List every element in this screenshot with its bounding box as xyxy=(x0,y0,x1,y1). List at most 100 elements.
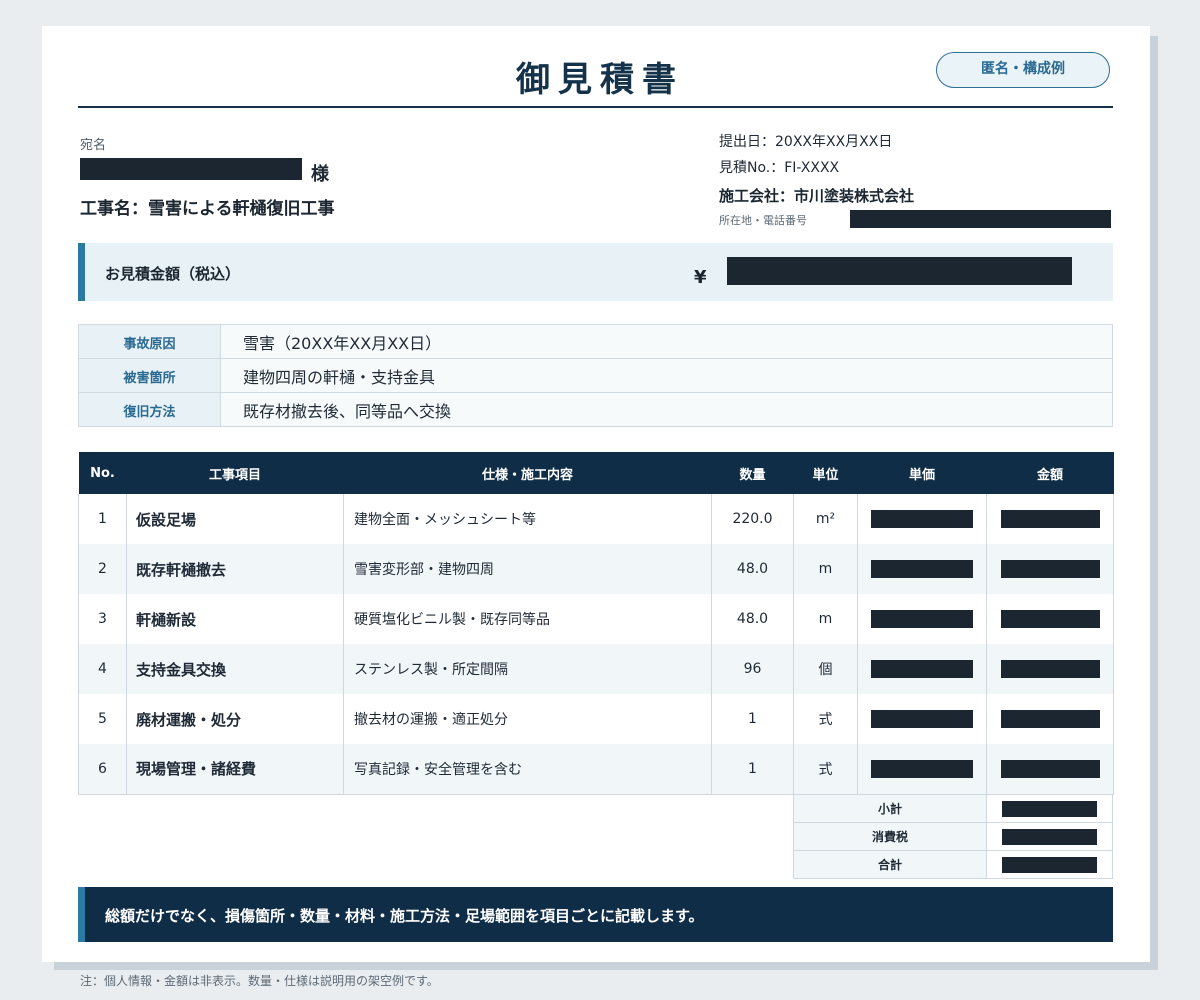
unit-price-redaction xyxy=(871,610,973,628)
estimate-number: 見積No.：FI-XXXX xyxy=(719,160,840,176)
info-key: 事故原因 xyxy=(78,324,221,359)
amount-redaction xyxy=(1000,510,1100,528)
grand-total-redaction xyxy=(1002,856,1097,873)
row-no: 6 xyxy=(78,744,127,795)
row-spec: 硬質塩化ビニル製・既存同等品 xyxy=(343,594,712,644)
row-qty: 48.0 xyxy=(711,544,794,594)
tax-redaction xyxy=(1002,828,1097,845)
project-name: 工事名：雪害による軒樋復旧工事 xyxy=(80,199,335,219)
row-qty: 220.0 xyxy=(711,494,794,544)
row-amount xyxy=(986,744,1114,795)
row-unit-price xyxy=(857,644,987,694)
info-value: 既存材撤去後、同等品へ交換 xyxy=(220,392,1113,427)
row-qty: 1 xyxy=(711,744,794,795)
subtotal-redaction xyxy=(1002,800,1097,817)
row-unit: 式 xyxy=(793,744,858,795)
row-spec: 雪害変形部・建物四周 xyxy=(343,544,712,594)
row-unit: m xyxy=(793,594,858,644)
amount-redaction xyxy=(1000,610,1100,628)
explanation-banner: 総額だけでなく、損傷箇所・数量・材料・施工方法・足場範囲を項目ごとに記載します。 xyxy=(78,887,1113,942)
column-header-amount: 金額 xyxy=(986,452,1114,494)
subtotal-label: 小計 xyxy=(793,794,987,823)
column-header-no: No. xyxy=(78,452,127,494)
subtotal-value xyxy=(986,794,1113,823)
summary-row: 合計 xyxy=(793,850,1113,879)
grand-total-value xyxy=(986,850,1113,879)
row-amount xyxy=(986,644,1114,694)
table-row: 3 軒樋新設 硬質塩化ビニル製・既存同等品 48.0 m xyxy=(78,594,1114,644)
row-no: 2 xyxy=(78,544,127,594)
footnote: 注：個人情報・金額は非表示。数量・仕様は説明用の架空例です。 xyxy=(80,974,439,988)
table-row: 5 廃材運搬・処分 撤去材の運搬・適正処分 1 式 xyxy=(78,694,1114,744)
amount-redaction xyxy=(1000,660,1100,678)
row-spec: 撤去材の運搬・適正処分 xyxy=(343,694,712,744)
incident-info-table: 事故原因 雪害（20XX年XX月XX日） 被害箇所 建物四周の軒樋・支持金具 復… xyxy=(78,324,1113,427)
row-unit-price xyxy=(857,744,987,795)
row-qty: 48.0 xyxy=(711,594,794,644)
row-no: 1 xyxy=(78,494,127,544)
title-divider xyxy=(78,106,1113,108)
summary-row: 消費税 xyxy=(793,822,1113,851)
row-qty: 96 xyxy=(711,644,794,694)
banner-text: 総額だけでなく、損傷箇所・数量・材料・施工方法・足場範囲を項目ごとに記載します。 xyxy=(105,907,704,925)
row-qty: 1 xyxy=(711,694,794,744)
unit-price-redaction xyxy=(871,660,973,678)
row-item: 現場管理・諸経費 xyxy=(126,744,344,795)
row-unit-price xyxy=(857,494,987,544)
total-band-accent xyxy=(78,243,85,301)
company-name: 施工会社：市川塗装株式会社 xyxy=(719,187,915,205)
amount-redaction xyxy=(1000,710,1100,728)
column-header-item: 工事項目 xyxy=(126,452,344,494)
row-item: 仮設足場 xyxy=(126,494,344,544)
unit-price-redaction xyxy=(871,759,973,778)
unit-price-redaction xyxy=(871,710,973,728)
info-value: 雪害（20XX年XX月XX日） xyxy=(220,324,1113,359)
table-row: 4 支持金具交換 ステンレス製・所定間隔 96 個 xyxy=(78,644,1114,694)
row-amount xyxy=(986,544,1114,594)
row-spec: ステンレス製・所定間隔 xyxy=(343,644,712,694)
table-row: 2 既存軒樋撤去 雪害変形部・建物四周 48.0 m xyxy=(78,544,1114,594)
column-header-spec: 仕様・施工内容 xyxy=(343,452,712,494)
info-row: 事故原因 雪害（20XX年XX月XX日） xyxy=(78,324,1113,359)
tax-value xyxy=(986,822,1113,851)
tax-label: 消費税 xyxy=(793,822,987,851)
amount-redaction xyxy=(1000,560,1100,578)
column-header-unit: 単位 xyxy=(793,452,858,494)
info-key: 被害箇所 xyxy=(78,358,221,393)
recipient-label: 宛名 xyxy=(80,138,107,153)
row-unit: m xyxy=(793,544,858,594)
totals-summary-table: 小計 消費税 合計 xyxy=(793,794,1113,879)
column-header-unit-price: 単価 xyxy=(857,452,987,494)
column-header-qty: 数量 xyxy=(711,452,794,494)
amount-redaction xyxy=(1000,759,1100,778)
row-no: 3 xyxy=(78,594,127,644)
row-amount xyxy=(986,494,1114,544)
table-row: 6 現場管理・諸経費 写真記録・安全管理を含む 1 式 xyxy=(78,744,1114,795)
total-amount-redaction xyxy=(727,257,1072,285)
total-amount-label: お見積金額（税込） xyxy=(105,265,241,283)
info-row: 復旧方法 既存材撤去後、同等品へ交換 xyxy=(78,392,1113,427)
row-spec: 建物全面・メッシュシート等 xyxy=(343,494,712,544)
info-row: 被害箇所 建物四周の軒樋・支持金具 xyxy=(78,358,1113,393)
table-header-row: No. 工事項目 仕様・施工内容 数量 単位 単価 金額 xyxy=(78,452,1114,494)
row-unit-price xyxy=(857,694,987,744)
row-item: 軒樋新設 xyxy=(126,594,344,644)
row-unit-price xyxy=(857,594,987,644)
total-amount-band: お見積金額（税込） ¥ xyxy=(78,243,1113,301)
summary-row: 小計 xyxy=(793,794,1113,823)
submit-date: 提出日：20XX年XX月XX日 xyxy=(719,134,893,150)
unit-price-redaction xyxy=(871,510,973,528)
info-key: 復旧方法 xyxy=(78,392,221,427)
row-no: 5 xyxy=(78,694,127,744)
currency-symbol: ¥ xyxy=(694,267,707,288)
row-amount xyxy=(986,694,1114,744)
row-unit: m² xyxy=(793,494,858,544)
row-unit-price xyxy=(857,544,987,594)
unit-price-redaction xyxy=(871,560,973,578)
table-row: 1 仮設足場 建物全面・メッシュシート等 220.0 m² xyxy=(78,494,1114,544)
row-no: 4 xyxy=(78,644,127,694)
info-value: 建物四周の軒樋・支持金具 xyxy=(220,358,1113,393)
row-item: 廃材運搬・処分 xyxy=(126,694,344,744)
row-item: 支持金具交換 xyxy=(126,644,344,694)
row-spec: 写真記録・安全管理を含む xyxy=(343,744,712,795)
